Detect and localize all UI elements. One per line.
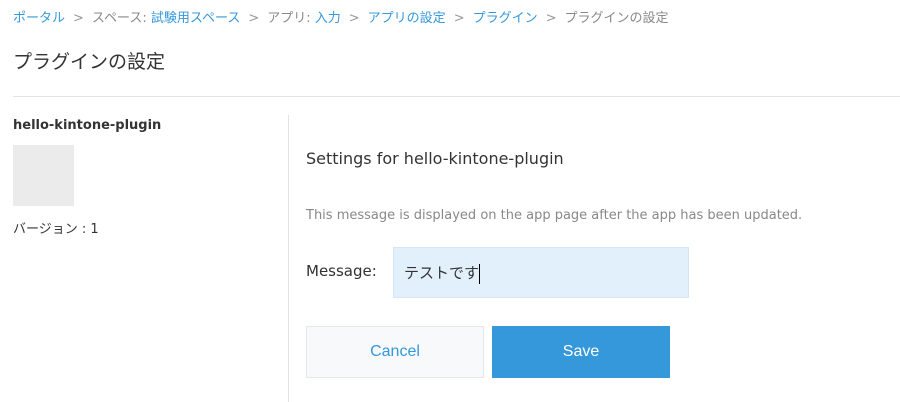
settings-title: Settings for hello-kintone-plugin bbox=[306, 149, 564, 168]
message-input[interactable]: テストです bbox=[393, 247, 689, 298]
breadcrumb-current: プラグインの設定 bbox=[564, 11, 669, 26]
plugin-info: hello-kintone-plugin バージョン : 1 bbox=[13, 118, 273, 237]
breadcrumb-plugins[interactable]: プラグイン bbox=[473, 11, 538, 26]
breadcrumb-portal[interactable]: ポータル bbox=[13, 11, 65, 26]
breadcrumb-separator: > bbox=[248, 11, 260, 26]
breadcrumb-separator: > bbox=[453, 11, 465, 26]
settings-description: This message is displayed on the app pag… bbox=[306, 208, 803, 223]
plugin-name: hello-kintone-plugin bbox=[13, 118, 162, 133]
breadcrumb-app-settings[interactable]: アプリの設定 bbox=[368, 11, 446, 26]
breadcrumb-separator: > bbox=[348, 11, 360, 26]
plugin-version: バージョン : 1 bbox=[13, 222, 99, 237]
breadcrumb-space[interactable]: 試験用スペース bbox=[151, 11, 240, 26]
breadcrumb-app[interactable]: 入力 bbox=[315, 11, 341, 26]
plugin-icon bbox=[13, 145, 74, 206]
message-label: Message: bbox=[306, 262, 377, 280]
vertical-divider bbox=[288, 115, 289, 402]
breadcrumb-space-prefix: スペース: bbox=[91, 11, 151, 26]
save-button[interactable]: Save bbox=[492, 326, 670, 378]
breadcrumb-separator: > bbox=[545, 11, 557, 26]
message-value: テストです bbox=[404, 264, 480, 282]
divider bbox=[13, 96, 900, 97]
text-caret bbox=[479, 263, 481, 284]
breadcrumb: ポータル > スペース: 試験用スペース > アプリ: 入力 > アプリの設定 > プラグイン >… bbox=[13, 7, 669, 26]
page-title: プラグインの設定 bbox=[13, 51, 166, 73]
breadcrumb-app-prefix: アプリ: bbox=[267, 11, 315, 26]
cancel-button[interactable]: Cancel bbox=[306, 326, 484, 378]
breadcrumb-separator: > bbox=[73, 11, 84, 26]
